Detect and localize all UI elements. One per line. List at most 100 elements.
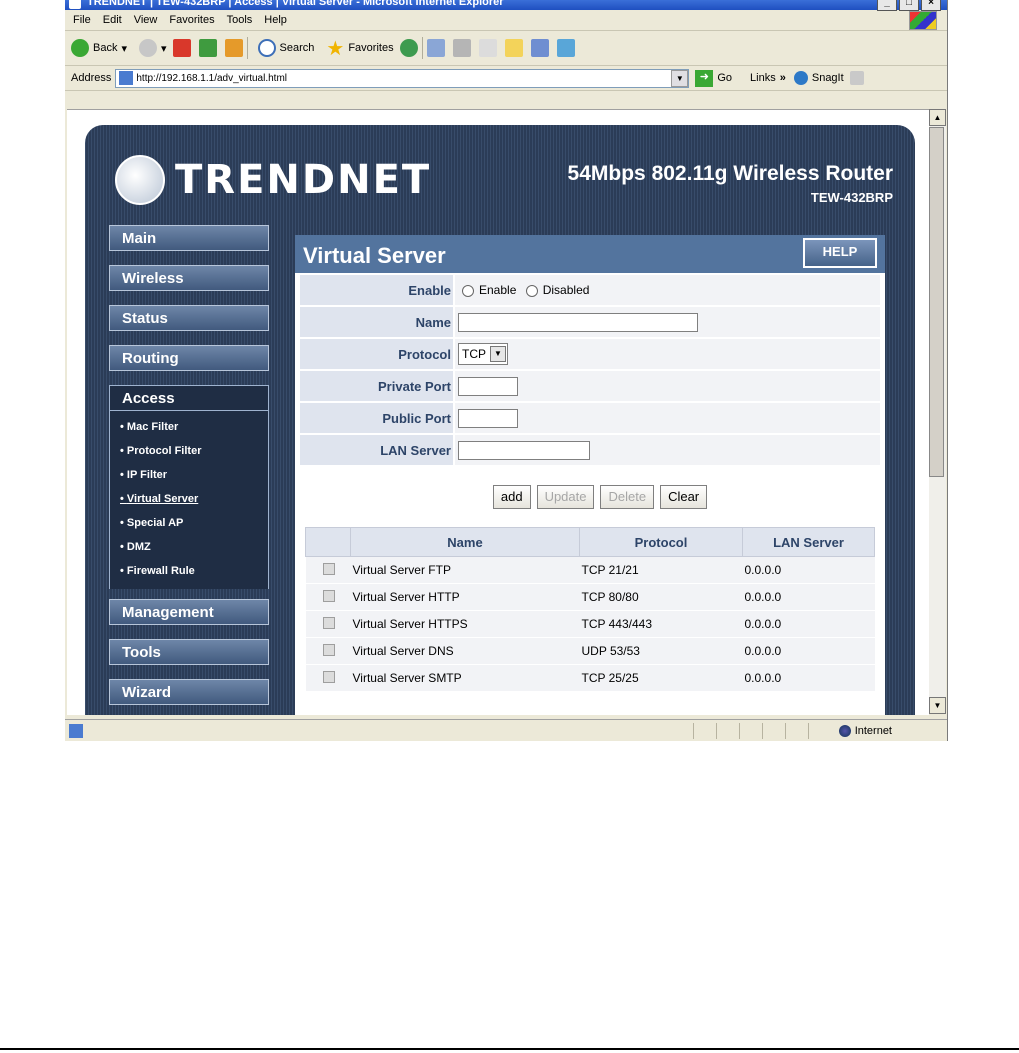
search-button[interactable]: Search [257, 39, 315, 57]
messenger-icon[interactable] [556, 39, 575, 57]
sidebar-item-wizard[interactable]: Wizard [109, 679, 269, 705]
submenu-label: IP Filter [126, 469, 168, 481]
private-port-label: Private Port [300, 371, 453, 401]
back-label: Back [93, 42, 118, 54]
help-button[interactable]: HELP [803, 238, 877, 268]
sidebar-item-main[interactable]: Main [109, 225, 269, 251]
mail-icon[interactable] [426, 39, 445, 57]
product-name: 54Mbps 802.11g Wireless Router [567, 162, 893, 185]
menu-favorites[interactable]: Favorites [169, 14, 214, 26]
sidebar-item-management[interactable]: Management [109, 599, 269, 625]
protocol-column-header: Protocol [579, 527, 743, 557]
status-bar: Internet [65, 719, 947, 741]
favorites-button[interactable]: ★ Favorites [326, 36, 393, 61]
chevron-down-icon: ▾ [161, 42, 167, 55]
sidebar-item-access[interactable]: Access [109, 385, 269, 411]
research-icon[interactable] [530, 39, 549, 57]
folder-icon[interactable] [504, 39, 523, 57]
submenu-label: Mac Filter [126, 421, 179, 433]
product-model: TEW-432BRP [810, 190, 893, 205]
sidebar-item-status[interactable]: Status [109, 305, 269, 331]
checkbox-column-header [305, 527, 351, 557]
menu-file[interactable]: File [73, 14, 91, 26]
menu-edit[interactable]: Edit [103, 14, 122, 26]
row-protocol: TCP 443/443 [579, 610, 743, 638]
history-icon[interactable] [399, 39, 418, 57]
forward-button[interactable]: ▾ [139, 39, 167, 57]
lan-server-column-header: LAN Server [742, 527, 875, 557]
search-icon [257, 39, 276, 57]
virtual-server-form: Enable Enable Disabled Name Protocol TCP… [298, 273, 882, 467]
submenu-special-ap[interactable]: • Special AP [120, 511, 268, 535]
action-buttons: add Update Delete Clear [315, 467, 885, 527]
menu-view[interactable]: View [134, 14, 158, 26]
status-cells: Internet [692, 723, 947, 739]
update-button[interactable]: Update [536, 485, 595, 509]
snagit-capture-icon[interactable] [849, 71, 864, 85]
row-name: Virtual Server SMTP [350, 664, 580, 692]
submenu-virtual-server[interactable]: • Virtual Server [120, 487, 268, 511]
submenu-protocol-filter[interactable]: • Protocol Filter [120, 439, 268, 463]
lan-server-input[interactable] [458, 440, 590, 460]
submenu-label: Special AP [126, 517, 184, 529]
delete-button[interactable]: Delete [600, 485, 655, 509]
scroll-up-icon[interactable]: ▲ [929, 109, 946, 126]
content-header: Virtual Server HELP [295, 235, 885, 273]
refresh-icon[interactable] [198, 39, 217, 57]
row-checkbox[interactable] [322, 616, 335, 629]
star-icon: ★ [326, 37, 345, 60]
search-label: Search [279, 42, 315, 54]
back-button[interactable]: Back ▾ [71, 39, 127, 57]
submenu-label: Protocol Filter [126, 445, 202, 457]
clear-button[interactable]: Clear [660, 485, 708, 509]
address-dropdown-icon[interactable]: ▼ [671, 69, 689, 87]
add-button[interactable]: add [492, 485, 531, 509]
protocol-select[interactable]: TCP ▼ [458, 343, 508, 365]
toolbar: Back ▾ ▾ Search ★ Favorites [65, 31, 947, 66]
logo-icon [115, 155, 165, 205]
address-input[interactable]: http://192.168.1.1/adv_virtual.html ▼ [115, 68, 690, 88]
submenu-label: Virtual Server [126, 493, 199, 505]
chevron-right-icon[interactable]: » [780, 72, 786, 84]
submenu-dmz[interactable]: • DMZ [120, 535, 268, 559]
scroll-thumb[interactable] [929, 127, 944, 477]
submenu-mac-filter[interactable]: • Mac Filter [120, 415, 268, 439]
sidebar-item-wireless[interactable]: Wireless [109, 265, 269, 291]
private-port-input[interactable] [458, 376, 518, 396]
row-checkbox[interactable] [322, 670, 335, 683]
menu-help[interactable]: Help [264, 14, 287, 26]
row-lan-server: 0.0.0.0 [742, 610, 875, 638]
chevron-down-icon: ▾ [121, 42, 127, 55]
sidebar-item-tools[interactable]: Tools [109, 639, 269, 665]
submenu-label: Firewall Rule [126, 565, 195, 577]
name-input[interactable] [458, 312, 698, 332]
windows-flag-icon [909, 11, 937, 30]
address-bar: Address http://192.168.1.1/adv_virtual.h… [65, 66, 947, 91]
row-checkbox[interactable] [322, 589, 335, 602]
scroll-down-icon[interactable]: ▼ [929, 697, 946, 714]
row-checkbox[interactable] [322, 562, 335, 575]
lan-server-label: LAN Server [300, 435, 453, 465]
home-icon[interactable] [224, 39, 243, 57]
links-button[interactable]: Links [750, 72, 776, 84]
sidebar-item-routing[interactable]: Routing [109, 345, 269, 371]
public-port-input[interactable] [458, 408, 518, 428]
vertical-scrollbar[interactable]: ▲ ▼ [929, 109, 946, 714]
menu-tools[interactable]: Tools [227, 14, 253, 26]
go-button[interactable]: Go [717, 72, 732, 84]
address-url: http://192.168.1.1/adv_virtual.html [136, 72, 288, 84]
go-arrow-icon[interactable]: ➜ [695, 69, 714, 87]
table-row: Virtual Server FTP TCP 21/21 0.0.0.0 [305, 556, 875, 584]
enable-label: Enable [300, 275, 453, 305]
disabled-radio[interactable] [525, 284, 538, 297]
print-icon[interactable] [452, 39, 471, 57]
page-title: Virtual Server [303, 243, 446, 268]
edit-icon[interactable] [478, 39, 497, 57]
stop-icon[interactable] [172, 39, 191, 57]
document-rule [0, 1048, 1019, 1050]
submenu-firewall-rule[interactable]: • Firewall Rule [120, 559, 268, 583]
submenu-ip-filter[interactable]: • IP Filter [120, 463, 268, 487]
row-checkbox[interactable] [322, 643, 335, 656]
snagit-button[interactable]: SnagIt [812, 72, 844, 84]
enable-radio[interactable] [462, 284, 474, 297]
